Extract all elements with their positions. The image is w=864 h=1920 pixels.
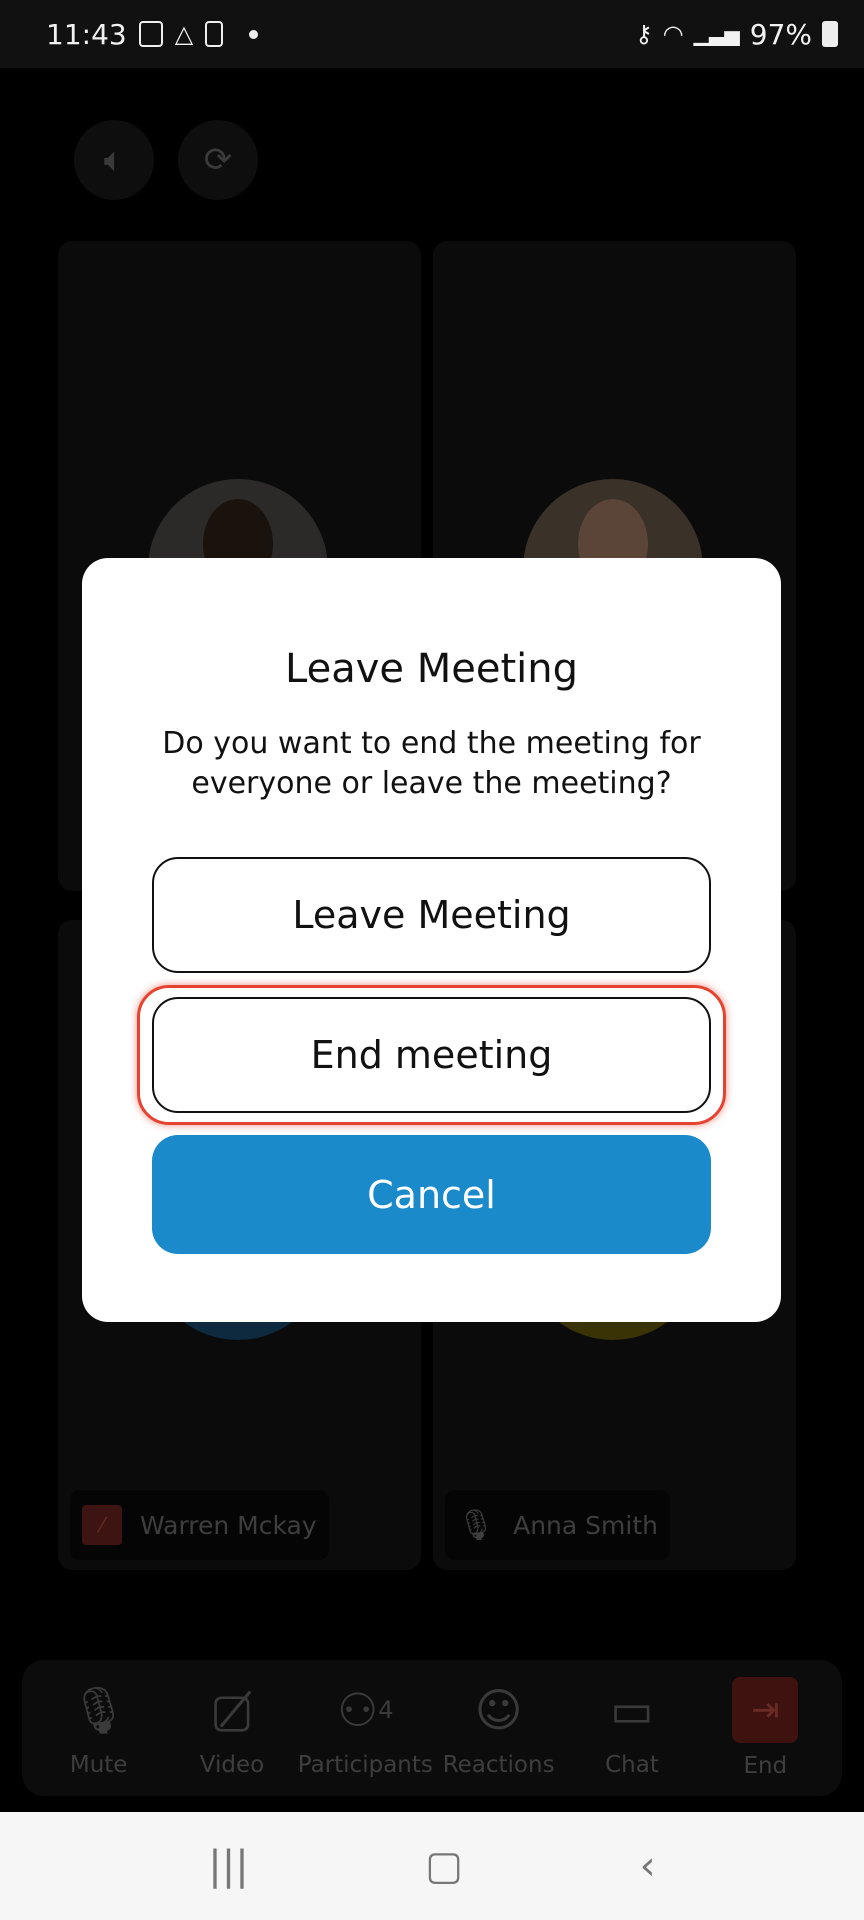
participants-label: Participants (297, 1752, 433, 1778)
clock: 11:43 (46, 17, 127, 51)
participants-count: 4 (378, 1696, 394, 1724)
video-button[interactable]: ▢̸ Video (167, 1678, 297, 1778)
cancel-button[interactable]: Cancel (152, 1135, 711, 1254)
participants-icon: ⚇ 4 (337, 1683, 394, 1737)
speaker-icon: 🔈︎ (103, 140, 125, 180)
switch-camera-button[interactable]: ⟳ (178, 120, 258, 200)
name-tag: ⁄ Warren Mckay (70, 1490, 329, 1560)
dialog-message: Do you want to end the meeting for every… (162, 726, 701, 801)
dialog-title: Leave Meeting (285, 646, 578, 692)
mute-label: Mute (69, 1752, 128, 1778)
signal-icon: ▁▃▅ (693, 22, 740, 46)
status-bar: 11:43 △ ⚷ ◠ ▁▃▅ 97% (0, 0, 864, 68)
video-label: Video (199, 1752, 265, 1778)
chat-icon: ▭ (610, 1683, 654, 1737)
chat-label: Chat (605, 1752, 659, 1778)
speaker-button[interactable]: 🔈︎ (74, 120, 154, 200)
microphone-icon: 🎙︎ (69, 1682, 128, 1737)
emoji-plus-icon: ☺ (474, 1683, 523, 1737)
name-tag: 🎙︎ Anna Smith (445, 1490, 670, 1560)
end-button[interactable]: ⇥ End (700, 1677, 830, 1779)
key-icon: ⚷ (635, 20, 653, 48)
mic-muted-icon: ⁄ (82, 1505, 122, 1545)
phone-check-icon (205, 21, 224, 47)
reactions-label: Reactions (442, 1752, 555, 1778)
dot-icon (249, 29, 259, 39)
video-off-icon: ▢̸ (210, 1683, 254, 1737)
battery-text: 97% (749, 17, 812, 51)
recents-icon[interactable]: ||| (208, 1843, 248, 1889)
leave-meeting-dialog: Leave Meeting Do you want to end the mee… (82, 558, 781, 1322)
nav-bar: ||| ▢ ‹ (0, 1812, 864, 1920)
meeting-toolbar: 🎙︎ Mute ▢̸ Video ⚇ 4 Participants ☺ Reactions… (22, 1660, 842, 1796)
wifi-icon: ◠ (662, 20, 684, 48)
reactions-button[interactable]: ☺ Reactions (434, 1678, 564, 1778)
back-icon[interactable]: ‹ (640, 1843, 656, 1889)
mute-button[interactable]: 🎙︎ Mute (34, 1678, 164, 1779)
participants-button[interactable]: ⚇ 4 Participants (297, 1678, 433, 1778)
leave-meeting-button[interactable]: Leave Meeting (152, 857, 711, 973)
image-icon (138, 21, 163, 47)
drive-icon: △ (174, 20, 194, 48)
end-meeting-button[interactable]: End meeting (152, 997, 711, 1113)
end-label: End (743, 1753, 788, 1779)
chat-button[interactable]: ▭ Chat (567, 1678, 697, 1778)
exit-icon: ⇥ (732, 1677, 799, 1743)
home-icon[interactable]: ▢ (425, 1843, 463, 1889)
microphone-icon: 🎙︎ (457, 1507, 496, 1543)
participant-name: Anna Smith (513, 1510, 658, 1540)
switch-camera-icon: ⟳ (203, 140, 233, 180)
participant-name: Warren Mckay (140, 1510, 317, 1540)
battery-icon (822, 21, 838, 47)
